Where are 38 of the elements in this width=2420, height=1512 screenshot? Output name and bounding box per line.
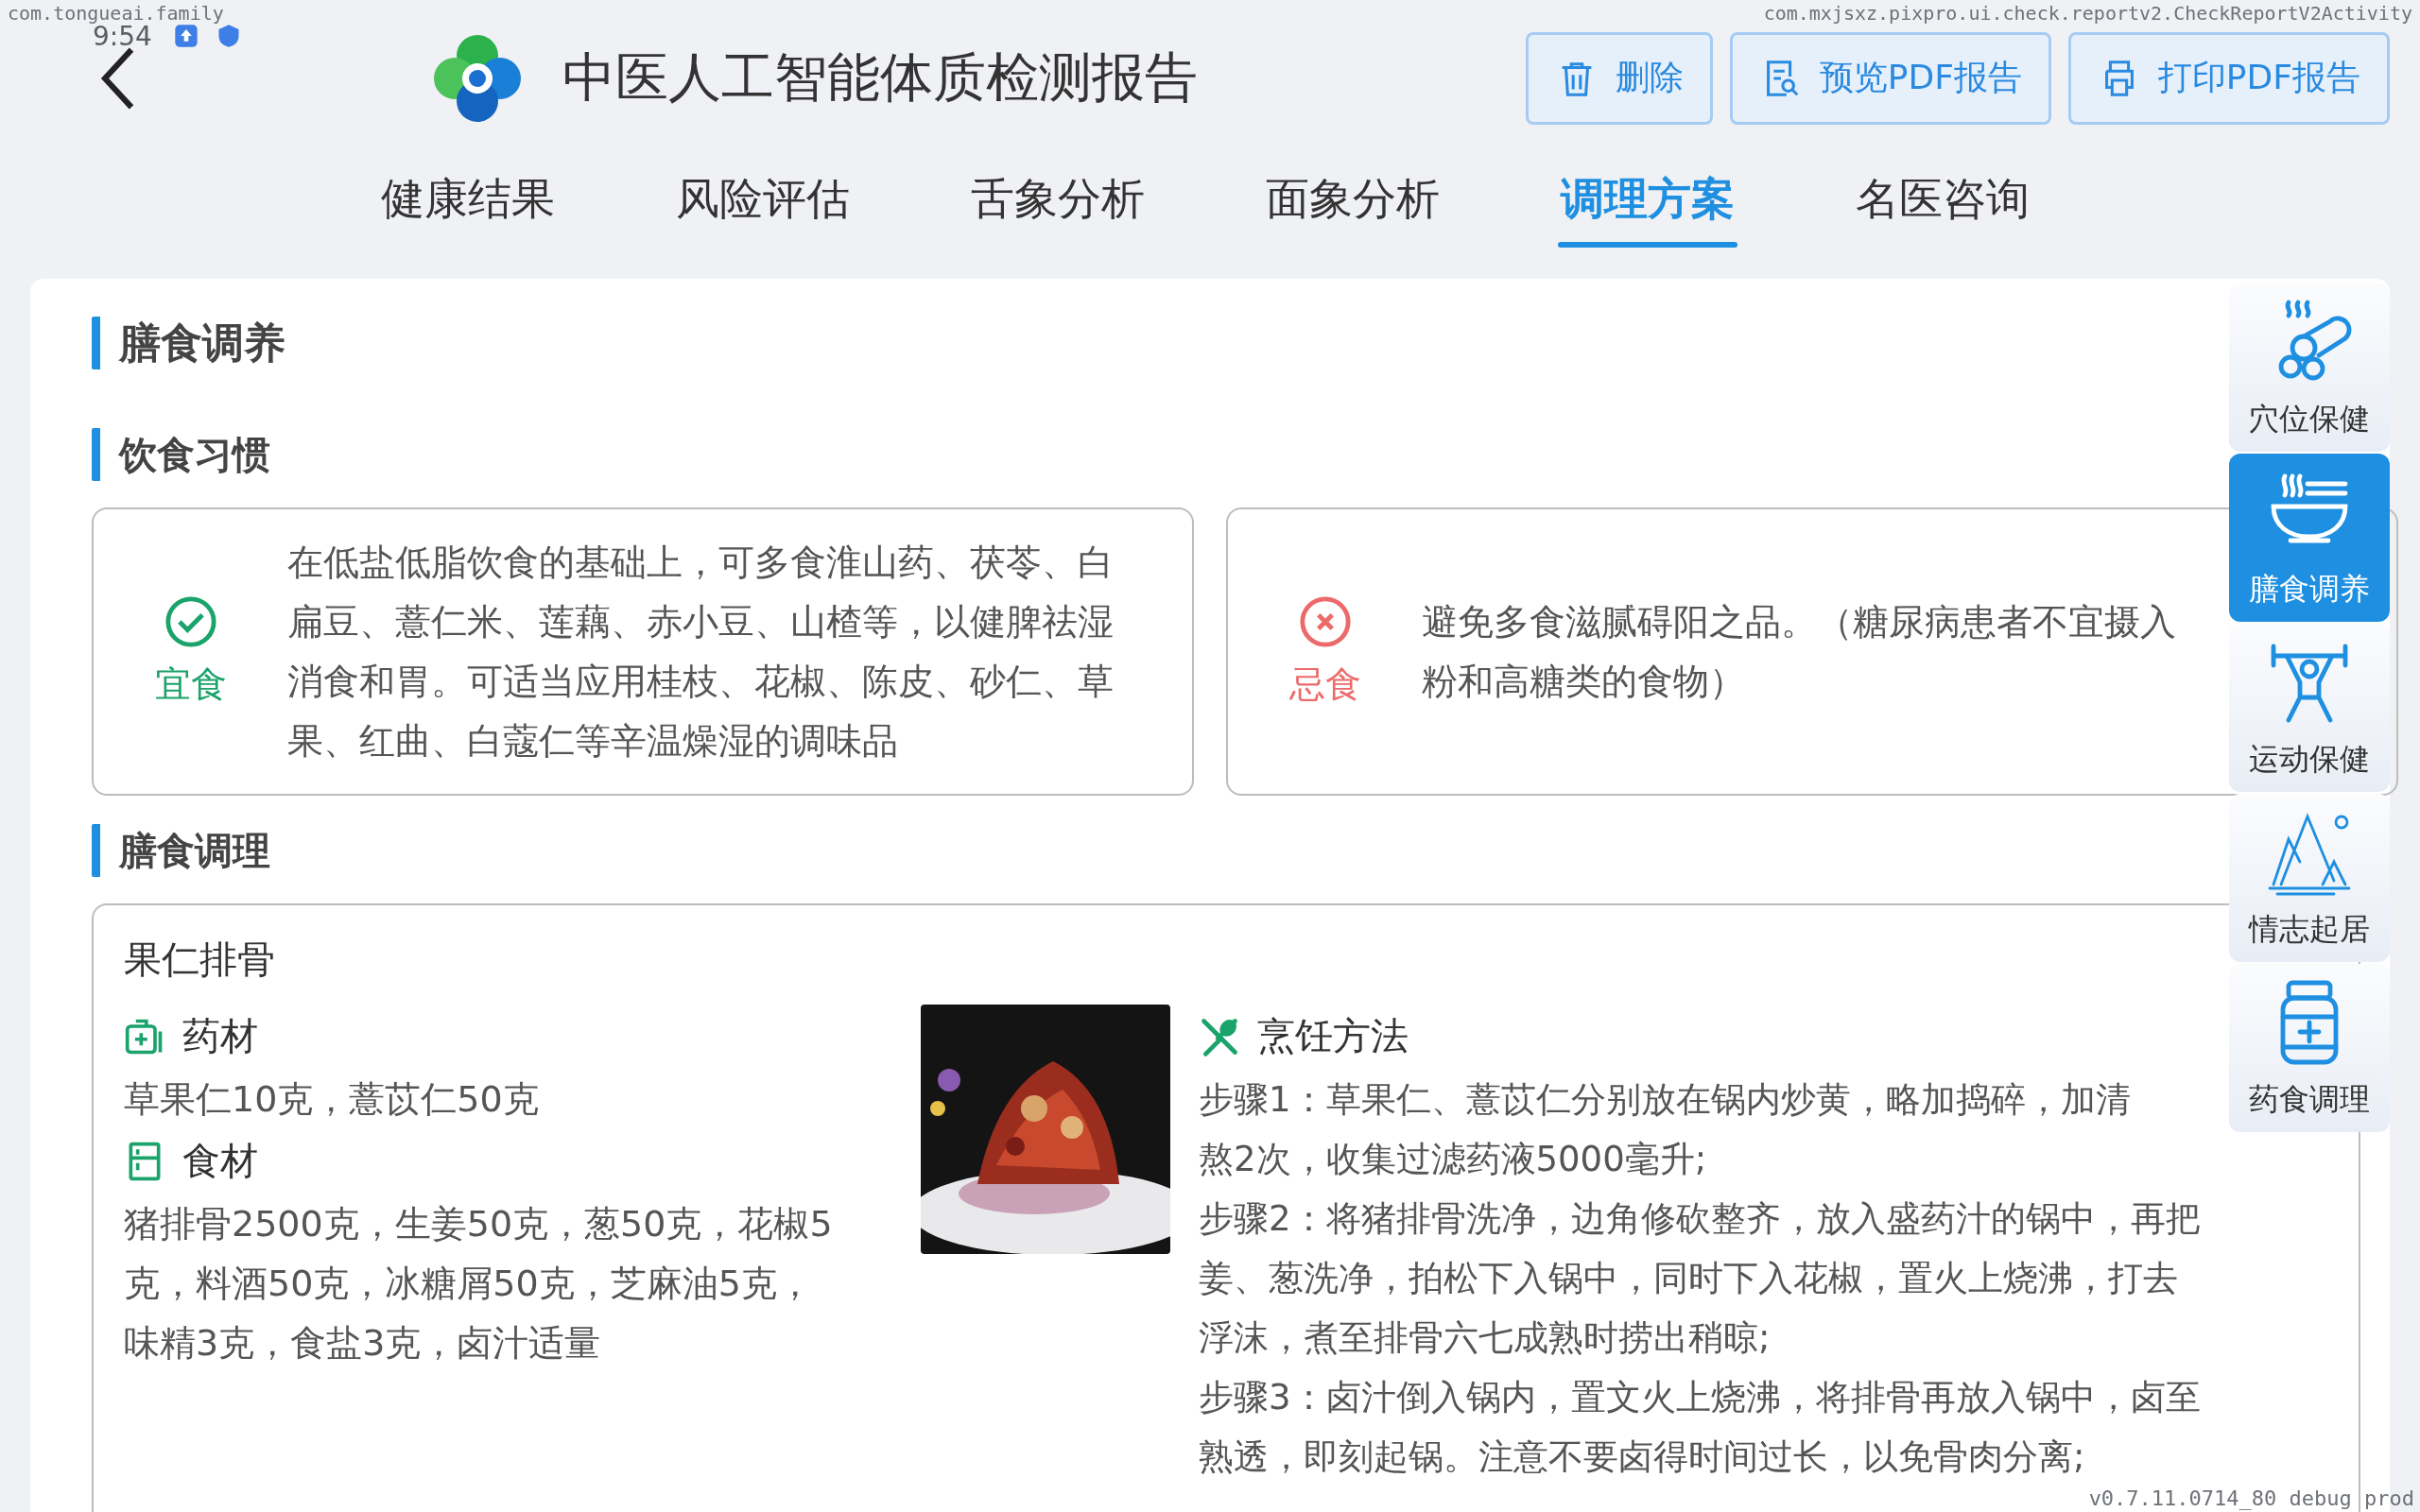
upload-icon bbox=[173, 23, 199, 49]
report-tab[interactable]: 名医咨询 bbox=[1795, 156, 2090, 279]
diet-tag: 忌食 bbox=[1288, 661, 1361, 709]
package-name-text: com.tongueai.family bbox=[8, 2, 224, 25]
ingredients-text: 味精3克，食盐3克，卤汁适量 bbox=[124, 1321, 602, 1366]
report-tab[interactable]: 面象分析 bbox=[1205, 156, 1500, 279]
diet-tag: 宜食 bbox=[154, 661, 227, 709]
report-tab[interactable]: 风险评估 bbox=[615, 156, 910, 279]
side-menu-item[interactable]: 药食调理 bbox=[2229, 964, 2390, 1132]
method-step-text: 浮沫，煮至排骨六七成熟时捞出稍晾; bbox=[1199, 1316, 1772, 1360]
method-step-text: 步骤1：草果仁、薏苡仁分别放在锅内炒黄，略加捣碎，加清 bbox=[1199, 1078, 2132, 1122]
side-menu-item[interactable]: 运动保健 bbox=[2229, 624, 2390, 792]
ingredients-text: 克，料酒50克，冰糖屑50克，芝麻油5克， bbox=[124, 1262, 814, 1306]
report-tab[interactable]: 健康结果 bbox=[320, 156, 615, 279]
recipe-name: 果仁排骨 bbox=[124, 936, 276, 983]
method-step-text: 步骤3：卤汁倒入锅内，置文火上烧沸，将排骨再放入锅中，卤至 bbox=[1199, 1376, 2201, 1419]
diet-advice-text: 避免多食滋腻碍阳之品。（糖尿病患者不宜摄入 bbox=[1422, 599, 2176, 644]
herbs-label: 药材 bbox=[182, 1013, 258, 1059]
check-circle-icon bbox=[163, 594, 218, 649]
diet-advice-text: 在低盐低脂饮食的基础上，可多食淮山药、茯苓、白 bbox=[287, 540, 1114, 585]
diet-advice-text: 消食和胃。可适当应用桂枝、花椒、陈皮、砂仁、草 bbox=[287, 659, 1114, 704]
report-tab[interactable]: 舌象分析 bbox=[910, 156, 1205, 279]
ingredients-label: 食材 bbox=[182, 1138, 258, 1184]
version-text: v0.7.11.0714_80 debug prod bbox=[2088, 1486, 2414, 1510]
diet-advice-text: 果、红曲、白蔻仁等辛温燥湿的调味品 bbox=[287, 718, 899, 764]
ingredients-text: 猪排骨2500克，生姜50克，葱50克，花椒5 bbox=[124, 1202, 834, 1246]
method-step-text: 熬2次，收集过滤药液5000毫升; bbox=[1199, 1138, 1708, 1181]
method-step-text: 姜、葱洗净，拍松下入锅中，同时下入花椒，置火上烧沸，打去 bbox=[1199, 1257, 2179, 1300]
activity-name-text: com.mxjsxz.pixpro.ui.check.reportv2.CheckReportV2Activity bbox=[1763, 2, 2412, 25]
method-label: 烹饪方法 bbox=[1257, 1013, 1409, 1059]
page-title: 中医人工智能体质检测报告 bbox=[562, 44, 1199, 110]
method-step-text: 步骤2：将猪排骨洗净，边角修砍整齐，放入盛药汁的锅中，再把 bbox=[1199, 1197, 2201, 1241]
method-step-text: 熟透，即刻起锅。注意不要卤得时间过长，以免骨肉分离; bbox=[1199, 1435, 2086, 1479]
diet-advice-text: 粉和高糖类的食物） bbox=[1422, 659, 1746, 704]
herbs-text: 草果仁10克，薏苡仁50克 bbox=[124, 1077, 540, 1122]
x-circle-icon bbox=[1297, 594, 1353, 649]
diet-advice-text: 扁豆、薏仁米、莲藕、赤小豆、山楂等，以健脾祛湿 bbox=[287, 599, 1114, 644]
side-menu-item[interactable]: 情志起居 bbox=[2229, 794, 2390, 962]
